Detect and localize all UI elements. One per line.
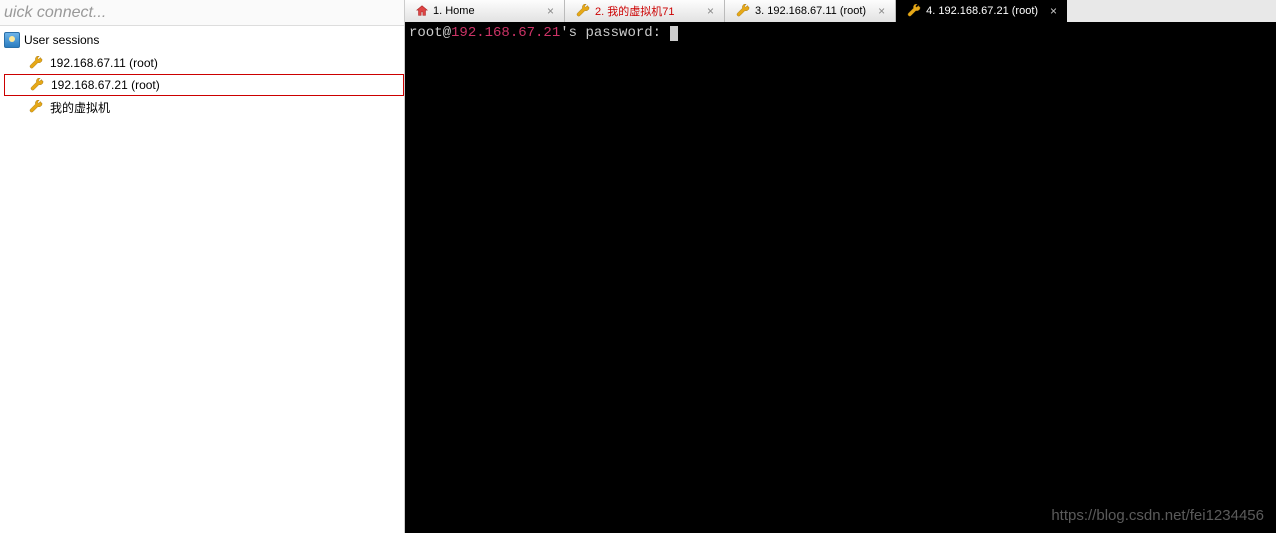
tab-session[interactable]: 2. 我的虚拟机71 × <box>565 0 725 22</box>
tab-label: 4. 192.168.67.21 (root) <box>926 5 1038 17</box>
terminal[interactable]: root@192.168.67.21's password: https://b… <box>405 22 1276 533</box>
session-tree: User sessions 192.168.67.11 (root) 192.1… <box>0 26 404 118</box>
home-icon <box>415 4 429 18</box>
watermark: https://blog.csdn.net/fei1234456 <box>1051 507 1264 525</box>
tree-header-label: User sessions <box>24 33 99 47</box>
session-label: 192.168.67.11 (root) <box>50 56 158 70</box>
close-icon[interactable]: × <box>699 4 714 18</box>
wrench-icon <box>906 3 922 19</box>
session-item[interactable]: 我的虚拟机 <box>4 96 404 118</box>
close-icon[interactable]: × <box>539 4 554 18</box>
tab-label: 2. 我的虚拟机71 <box>595 3 674 19</box>
tab-session[interactable]: 3. 192.168.67.11 (root) × <box>725 0 896 22</box>
wrench-icon <box>28 55 44 71</box>
sidebar: uick connect... User sessions 192.168.67… <box>0 0 405 533</box>
tab-home[interactable]: 1. Home × <box>405 0 565 22</box>
wrench-icon <box>28 99 44 115</box>
user-sessions-icon <box>4 32 20 48</box>
main-area: 1. Home × 2. 我的虚拟机71 × 3. 192.168.67.11 … <box>405 0 1276 533</box>
wrench-icon <box>735 3 751 19</box>
terminal-host: 192.168.67.21 <box>451 25 560 41</box>
tab-label: 3. 192.168.67.11 (root) <box>755 5 866 17</box>
terminal-at: @ <box>443 25 451 41</box>
tab-label: 1. Home <box>433 5 475 17</box>
tab-bar: 1. Home × 2. 我的虚拟机71 × 3. 192.168.67.11 … <box>405 0 1276 22</box>
session-label: 192.168.67.21 (root) <box>51 78 160 92</box>
wrench-icon <box>575 3 591 19</box>
session-label: 我的虚拟机 <box>50 99 110 116</box>
tree-header[interactable]: User sessions <box>4 30 404 52</box>
session-item[interactable]: 192.168.67.21 (root) <box>4 74 404 96</box>
close-icon[interactable]: × <box>1042 4 1057 18</box>
quick-connect-input[interactable]: uick connect... <box>0 0 404 26</box>
session-item[interactable]: 192.168.67.11 (root) <box>4 52 404 74</box>
terminal-prompt-suffix: 's password: <box>560 25 669 41</box>
terminal-user: root <box>409 25 443 41</box>
wrench-icon <box>29 77 45 93</box>
tab-session-active[interactable]: 4. 192.168.67.21 (root) × <box>896 0 1067 22</box>
terminal-cursor <box>670 26 678 41</box>
close-icon[interactable]: × <box>870 4 885 18</box>
